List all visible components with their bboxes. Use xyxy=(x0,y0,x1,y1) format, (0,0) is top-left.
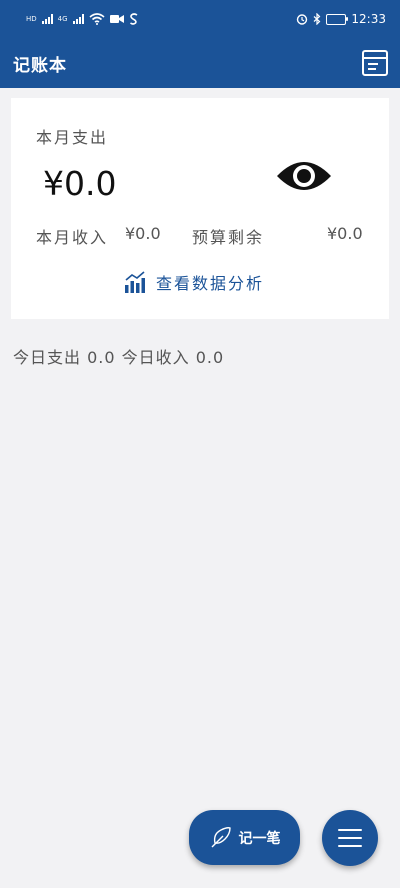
record-button-label: 记一笔 xyxy=(238,830,281,847)
signal-2-label: 4G xyxy=(57,14,68,23)
budget-left-label: 预算剩余 xyxy=(192,228,265,247)
month-expense-value: ¥0.0 xyxy=(43,164,117,203)
app-bar: 记账本 xyxy=(0,38,400,88)
status-left: HD 4G xyxy=(26,13,139,25)
signal-icon xyxy=(72,14,84,24)
view-analysis-link[interactable]: 查看数据分析 xyxy=(124,270,264,294)
status-time: 12:33 xyxy=(351,12,386,26)
month-expense-label: 本月支出 xyxy=(36,128,109,147)
record-button[interactable]: 记一笔 xyxy=(189,810,300,865)
bill-list-icon[interactable] xyxy=(362,50,388,76)
menu-icon xyxy=(338,828,362,848)
signal-icon xyxy=(41,14,53,24)
app-notification-icon xyxy=(129,13,137,25)
eye-icon[interactable] xyxy=(275,156,333,196)
status-bar: HD 4G 12:33 xyxy=(0,0,400,38)
feather-icon xyxy=(211,826,231,847)
status-right: 12:33 xyxy=(296,12,386,26)
month-income-value: ¥0.0 xyxy=(125,224,161,243)
battery-icon xyxy=(326,13,349,25)
bar-chart-icon xyxy=(125,271,145,293)
bluetooth-icon xyxy=(314,13,321,25)
budget-left-value: ¥0.0 xyxy=(327,224,363,243)
menu-button[interactable] xyxy=(322,810,378,866)
app-title: 记账本 xyxy=(13,55,67,76)
video-icon xyxy=(109,15,124,23)
signal-1-label: HD xyxy=(26,14,37,23)
summary-card: 本月支出 ¥0.0 本月收入 ¥0.0 预算剩余 ¥0.0 查看数据分析 xyxy=(11,98,389,319)
today-summary: 今日支出 0.0 今日收入 0.0 xyxy=(13,348,225,367)
view-analysis-label: 查看数据分析 xyxy=(156,274,265,293)
alarm-icon xyxy=(297,14,308,25)
month-income-label: 本月收入 xyxy=(36,228,109,247)
wifi-icon xyxy=(89,13,105,25)
